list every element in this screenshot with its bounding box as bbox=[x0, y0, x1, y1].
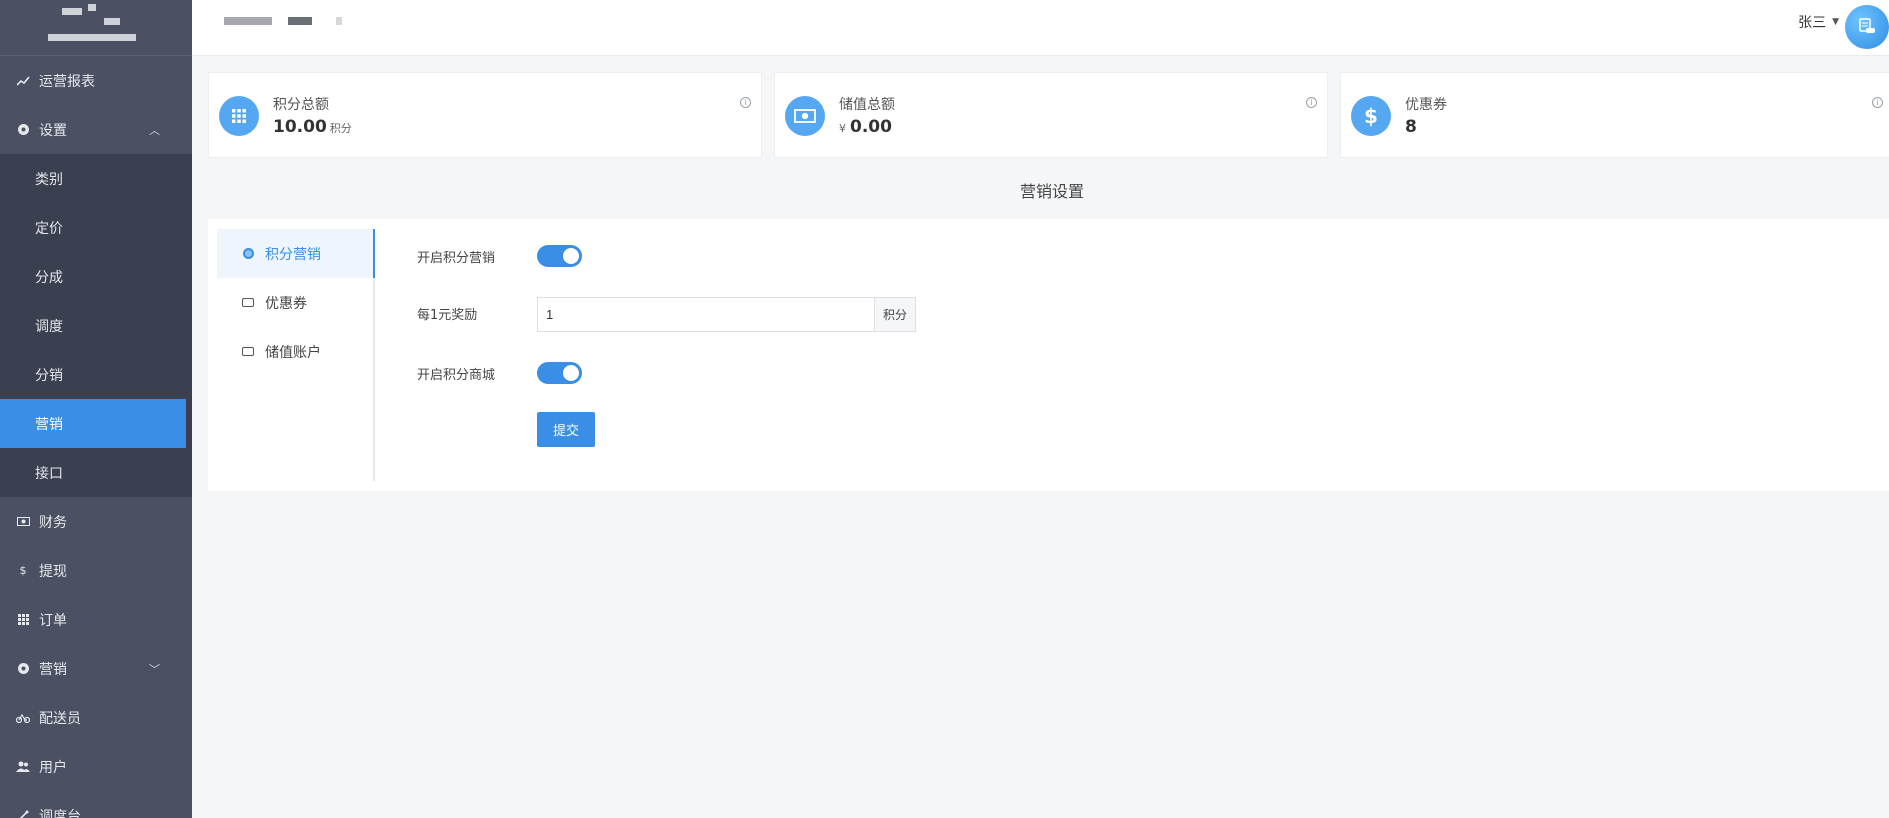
settings-icon bbox=[16, 123, 30, 137]
section-title: 营销设置 bbox=[1020, 182, 1085, 201]
user-menu[interactable]: 张三 ▼ bbox=[1798, 12, 1839, 32]
stat-title: 储值总额 bbox=[839, 97, 895, 113]
users-icon bbox=[16, 760, 30, 774]
sidebar-subitem-marketing[interactable]: 营销 bbox=[0, 399, 186, 448]
info-icon[interactable]: i bbox=[1872, 97, 1883, 108]
tab-label: 储值账户 bbox=[265, 344, 321, 361]
sidebar-subitem-pricing[interactable]: 定价 bbox=[0, 203, 186, 252]
stat-card-coupons: $ 优惠券 8 i bbox=[1340, 72, 1889, 158]
trend-icon bbox=[16, 74, 30, 88]
tab-label: 优惠券 bbox=[265, 295, 307, 312]
user-name: 张三 bbox=[1798, 15, 1827, 31]
dispatch-icon bbox=[16, 809, 30, 818]
chevron-down-icon: ﹀ bbox=[149, 662, 160, 676]
sidebar-subitem-category[interactable]: 类别 bbox=[0, 154, 186, 203]
enable-points-toggle[interactable] bbox=[537, 245, 582, 267]
tab-label: 积分营销 bbox=[265, 246, 321, 263]
sidebar-item-orders[interactable]: 订单 bbox=[0, 595, 192, 644]
money-icon bbox=[16, 515, 30, 529]
sidebar-subitem-commission[interactable]: 分成 bbox=[0, 252, 186, 301]
sidebar-subitem-dispatch[interactable]: 调度 bbox=[0, 301, 186, 350]
sidebar-item-label: 用户 bbox=[39, 759, 67, 776]
stat-unit: 积分 bbox=[329, 122, 352, 135]
marketing-icon bbox=[16, 662, 30, 676]
caret-down-icon: ▼ bbox=[1832, 17, 1839, 27]
apps-icon bbox=[219, 96, 259, 136]
radio-dot-icon bbox=[242, 248, 254, 260]
settings-tabs: 积分营销 优惠券 储值账户 bbox=[217, 229, 375, 481]
reward-unit: 积分 bbox=[874, 297, 916, 332]
sidebar-item-marketing[interactable]: 营销 ﹀ bbox=[0, 644, 192, 693]
logo bbox=[0, 0, 192, 56]
reward-input[interactable] bbox=[537, 297, 874, 332]
sidebar-item-reports[interactable]: 运营报表 bbox=[0, 56, 192, 105]
sidebar-item-label: 设置 bbox=[39, 122, 67, 139]
bicycle-icon bbox=[16, 711, 30, 725]
sidebar: 运营报表 设置 ︿ 类别 定价 分成 调度 分销 营销 接口 财务 $ 提现 订… bbox=[0, 0, 192, 818]
tab-stored-value-account[interactable]: 储值账户 bbox=[217, 327, 373, 376]
sidebar-item-settings[interactable]: 设置 ︿ bbox=[0, 105, 192, 154]
sidebar-item-label: 调度台 bbox=[39, 808, 81, 818]
sidebar-subitem-distribution[interactable]: 分销 bbox=[0, 350, 186, 399]
sidebar-item-finance[interactable]: 财务 bbox=[0, 497, 192, 546]
reward-label: 每1元奖励 bbox=[417, 308, 478, 323]
sidebar-item-dispatch-console[interactable]: 调度台 bbox=[0, 791, 192, 818]
grid-icon bbox=[16, 613, 30, 627]
stat-title: 积分总额 bbox=[273, 97, 329, 113]
breadcrumb bbox=[224, 17, 272, 25]
sidebar-item-label: 营销 bbox=[39, 661, 67, 678]
stat-card-points: 积分总额 10.00 积分 i bbox=[208, 72, 762, 158]
tab-coupons[interactable]: 优惠券 bbox=[217, 278, 373, 327]
tab-points-marketing[interactable]: 积分营销 bbox=[217, 229, 375, 278]
currency-prefix: ¥ bbox=[839, 122, 846, 135]
sidebar-subitem-api[interactable]: 接口 bbox=[0, 448, 186, 497]
dollar-icon: $ bbox=[1351, 96, 1391, 136]
top-header: 张三 ▼ bbox=[192, 0, 1889, 56]
banknote-icon bbox=[242, 346, 254, 358]
info-icon[interactable]: i bbox=[1306, 97, 1317, 108]
stat-card-stored-value: 储值总额 ¥0.00 i bbox=[774, 72, 1328, 158]
sidebar-item-users[interactable]: 用户 bbox=[0, 742, 192, 791]
sidebar-item-label: 订单 bbox=[39, 612, 67, 629]
enable-mall-toggle[interactable] bbox=[537, 362, 582, 384]
stat-value: ¥0.00 bbox=[839, 117, 892, 137]
stat-cards: 积分总额 10.00 积分 i 储值总额 ¥0.00 i $ 优惠券 8 i bbox=[208, 72, 1889, 158]
stat-value: 10.00 积分 bbox=[273, 117, 352, 137]
dollar-icon: $ bbox=[19, 564, 27, 577]
sidebar-item-withdraw[interactable]: $ 提现 bbox=[0, 546, 192, 595]
enable-points-label: 开启积分营销 bbox=[417, 251, 496, 266]
sidebar-item-couriers[interactable]: 配送员 bbox=[0, 693, 192, 742]
sidebar-item-label: 运营报表 bbox=[39, 73, 95, 90]
settings-submenu: 类别 定价 分成 调度 分销 营销 接口 bbox=[0, 154, 192, 497]
banknote-icon bbox=[785, 96, 825, 136]
info-icon[interactable]: i bbox=[740, 97, 751, 108]
sidebar-item-label: 配送员 bbox=[39, 710, 81, 727]
ticket-icon bbox=[242, 297, 254, 309]
submit-button[interactable]: 提交 bbox=[537, 412, 595, 447]
enable-mall-label: 开启积分商城 bbox=[417, 368, 496, 383]
stat-value: 8 bbox=[1405, 117, 1417, 137]
chevron-up-icon: ︿ bbox=[149, 123, 160, 137]
avatar[interactable] bbox=[1845, 5, 1889, 49]
sidebar-item-label: 提现 bbox=[39, 563, 67, 580]
reward-input-group: 积分 bbox=[537, 297, 916, 332]
stat-title: 优惠券 bbox=[1405, 97, 1447, 113]
sidebar-item-label: 财务 bbox=[39, 514, 67, 531]
